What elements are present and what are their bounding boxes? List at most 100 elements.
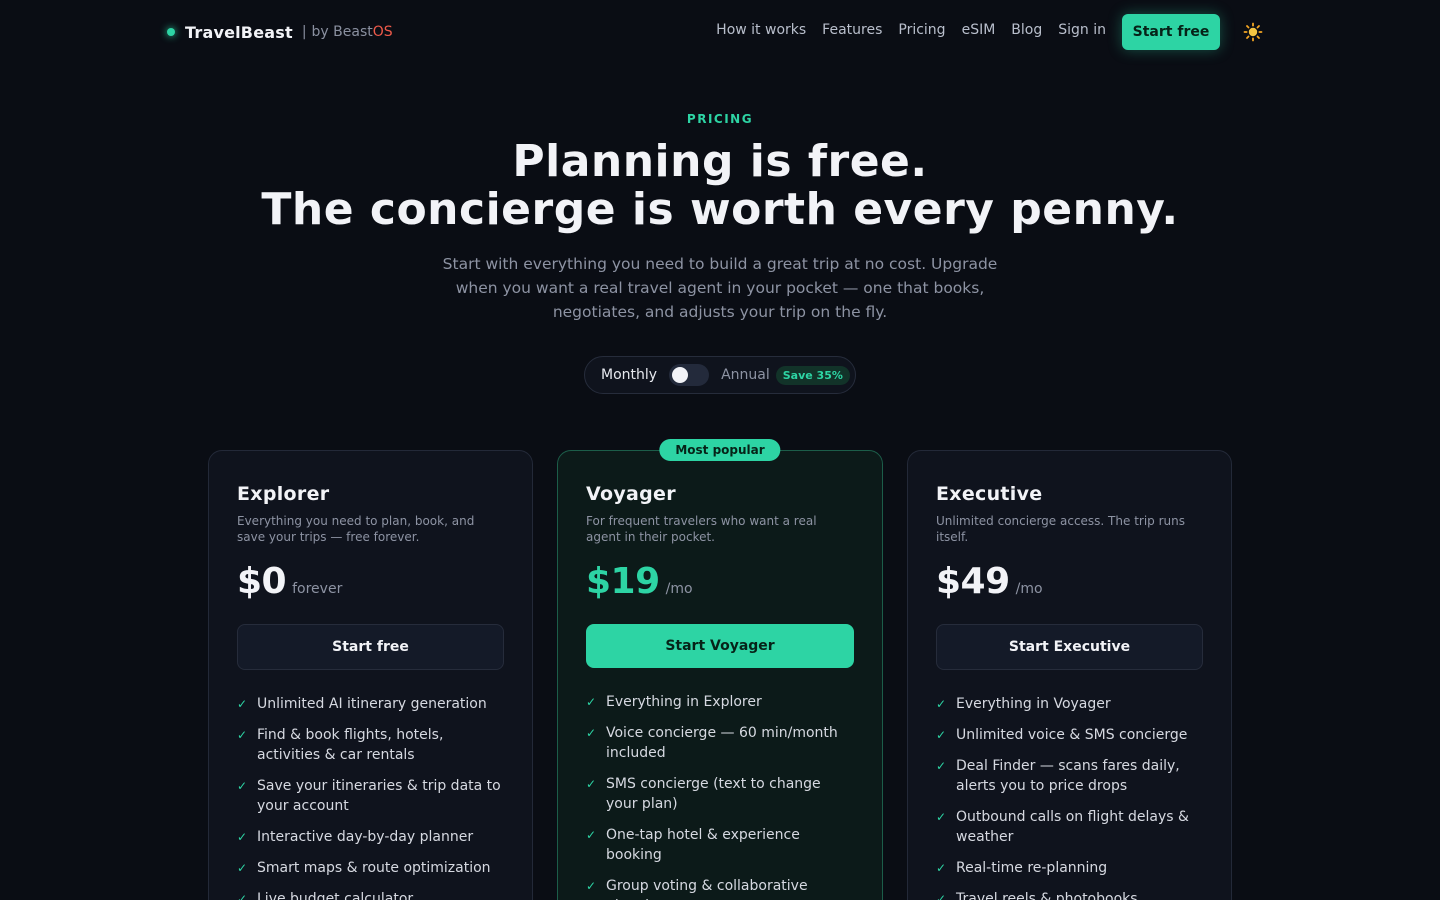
save-badge: Save 35% bbox=[775, 365, 850, 385]
plan-description: Everything you need to plan, book, and s… bbox=[237, 514, 475, 544]
sun-icon-graphic bbox=[1243, 22, 1263, 42]
plan-card-executive: Executive Unlimited concierge access. Th… bbox=[907, 450, 1232, 900]
feature-text: Find & book flights, hotels, activities … bbox=[257, 727, 444, 763]
plan-price-unit: forever bbox=[292, 581, 343, 597]
start-free-nav-button[interactable]: Start free bbox=[1122, 14, 1220, 50]
feature-item: ✓ Save your itineraries & trip data to yo… bbox=[237, 776, 504, 816]
brand-dot-icon bbox=[167, 28, 175, 36]
start-executive-button[interactable]: Start Executive bbox=[936, 624, 1203, 670]
feature-text: Everything in Voyager bbox=[956, 696, 1111, 712]
sun-icon[interactable] bbox=[1243, 22, 1263, 42]
check-icon: ✓ bbox=[586, 726, 597, 740]
plan-name: Voyager bbox=[586, 483, 676, 505]
feature-item: ✓ Everything in Explorer bbox=[586, 692, 854, 712]
billing-monthly-label[interactable]: Monthly bbox=[601, 367, 657, 383]
feature-text: Smart maps & route optimization bbox=[257, 860, 491, 876]
check-icon: ✓ bbox=[586, 828, 597, 842]
feature-item: ✓ Deal Finder — scans fares daily, alerts… bbox=[936, 756, 1203, 796]
check-icon: ✓ bbox=[936, 697, 947, 711]
plan-price: $0 bbox=[237, 561, 287, 602]
plan-price: $49 bbox=[936, 561, 1010, 602]
feature-item: ✓ One-tap hotel & experience booking bbox=[586, 825, 854, 865]
check-icon: ✓ bbox=[936, 892, 947, 900]
feature-text: Real-time re-planning bbox=[956, 860, 1108, 876]
plan-price-unit: /mo bbox=[1015, 581, 1043, 597]
nav-link-blog[interactable]: Blog bbox=[1011, 22, 1042, 38]
feature-item: ✓ SMS concierge (text to change your plan… bbox=[586, 774, 854, 814]
check-icon: ✓ bbox=[237, 892, 248, 900]
nav-link-pricing[interactable]: Pricing bbox=[898, 22, 945, 38]
plan-name: Explorer bbox=[237, 483, 330, 505]
nav-link-esim[interactable]: eSIM bbox=[962, 22, 996, 38]
nav-links: How it works Features Pricing eSIM Blog … bbox=[716, 22, 1106, 38]
plan-description: Unlimited concierge access. The trip run… bbox=[936, 514, 1185, 544]
check-icon: ✓ bbox=[586, 695, 597, 709]
most-popular-badge: Most popular bbox=[659, 439, 781, 461]
feature-item: ✓ Outbound calls on flight delays & weath… bbox=[936, 807, 1203, 847]
feature-text: Group voting & collaborative planning bbox=[606, 878, 808, 900]
page-title-line-1: Planning is free. bbox=[512, 136, 928, 187]
check-icon: ✓ bbox=[237, 830, 248, 844]
price-row: $49 /mo bbox=[936, 561, 1203, 602]
brand-byline: by BeastOS bbox=[312, 24, 393, 40]
plan-description: For frequent travelers who want a real a… bbox=[586, 514, 817, 544]
check-icon: ✓ bbox=[237, 861, 248, 875]
feature-text: Deal Finder — scans fares daily, alerts … bbox=[956, 758, 1180, 794]
check-icon: ✓ bbox=[936, 728, 947, 742]
feature-list: ✓ Everything in Explorer ✓ Voice concierge… bbox=[586, 692, 854, 900]
page-title-line-2: The concierge is worth every penny. bbox=[261, 184, 1179, 235]
feature-text: Voice concierge — 60 min/month included bbox=[606, 725, 838, 761]
feature-item: ✓ Everything in Voyager bbox=[936, 694, 1203, 714]
feature-text: Everything in Explorer bbox=[606, 694, 762, 710]
billing-annual-label[interactable]: Annual bbox=[721, 367, 770, 383]
feature-item: ✓ Voice concierge — 60 min/month included bbox=[586, 723, 854, 763]
feature-item: ✓ Group voting & collaborative planning bbox=[586, 876, 854, 900]
feature-text: Interactive day-by-day planner bbox=[257, 829, 474, 845]
nav-link-how-it-works[interactable]: How it works bbox=[716, 22, 806, 38]
check-icon: ✓ bbox=[237, 728, 248, 742]
feature-item: ✓ Find & book flights, hotels, activities… bbox=[237, 725, 504, 765]
plan-price-unit: /mo bbox=[665, 581, 693, 597]
plan-card-voyager: Most popular Voyager For frequent travel… bbox=[557, 439, 883, 900]
feature-item: ✓ Smart maps & route optimization bbox=[237, 858, 504, 878]
top-nav: TravelBeast | by BeastOS How it works Fe… bbox=[0, 0, 1440, 64]
start-voyager-button[interactable]: Start Voyager bbox=[586, 624, 854, 668]
feature-text: Outbound calls on flight delays & weathe… bbox=[956, 809, 1189, 845]
check-icon: ✓ bbox=[237, 697, 248, 711]
feature-text: Live budget calculator bbox=[257, 891, 414, 900]
brand-logo[interactable]: TravelBeast | by BeastOS bbox=[167, 21, 393, 43]
feature-item: ✓ Interactive day-by-day planner bbox=[237, 827, 504, 847]
brand-name: TravelBeast bbox=[185, 22, 293, 42]
check-icon: ✓ bbox=[586, 777, 597, 791]
check-icon: ✓ bbox=[936, 861, 947, 875]
page-subtitle: Start with everything you need to build … bbox=[442, 255, 998, 321]
price-row: $19 /mo bbox=[586, 561, 854, 602]
feature-text: Travel reels & photobooks bbox=[956, 891, 1138, 900]
pricing-eyebrow: PRICING bbox=[686, 112, 754, 126]
feature-list: ✓ Unlimited AI itinerary generation ✓ Find… bbox=[237, 694, 504, 900]
feature-text: Unlimited voice & SMS concierge bbox=[956, 727, 1188, 743]
nav-link-features[interactable]: Features bbox=[822, 22, 882, 38]
check-icon: ✓ bbox=[936, 759, 947, 773]
feature-item: ✓ Live budget calculator bbox=[237, 889, 504, 900]
feature-text: One-tap hotel & experience booking bbox=[606, 827, 800, 863]
billing-period-toggle: Monthly Annual Save 35% bbox=[584, 356, 856, 394]
feature-text: SMS concierge (text to change your plan) bbox=[606, 776, 821, 812]
billing-switch[interactable] bbox=[669, 364, 710, 386]
check-icon: ✓ bbox=[936, 810, 947, 824]
feature-text: Unlimited AI itinerary generation bbox=[257, 696, 487, 712]
feature-item: ✓ Unlimited voice & SMS concierge bbox=[936, 725, 1203, 745]
nav-link-sign-in[interactable]: Sign in bbox=[1058, 22, 1106, 38]
start-free-button[interactable]: Start free bbox=[237, 624, 504, 670]
feature-item: ✓ Travel reels & photobooks bbox=[936, 889, 1203, 900]
brand-by-suffix: OS bbox=[372, 24, 393, 40]
brand-separator: | bbox=[301, 24, 307, 40]
plan-card-explorer: Explorer Everything you need to plan, bo… bbox=[208, 450, 533, 900]
check-icon: ✓ bbox=[237, 779, 248, 793]
feature-list: ✓ Everything in Voyager ✓ Unlimited voice … bbox=[936, 694, 1203, 900]
price-row: $0 forever bbox=[237, 561, 504, 602]
plan-name: Executive bbox=[936, 483, 1043, 505]
feature-item: ✓ Real-time re-planning bbox=[936, 858, 1203, 878]
plan-price: $19 bbox=[586, 561, 660, 602]
billing-switch-knob bbox=[672, 367, 689, 383]
